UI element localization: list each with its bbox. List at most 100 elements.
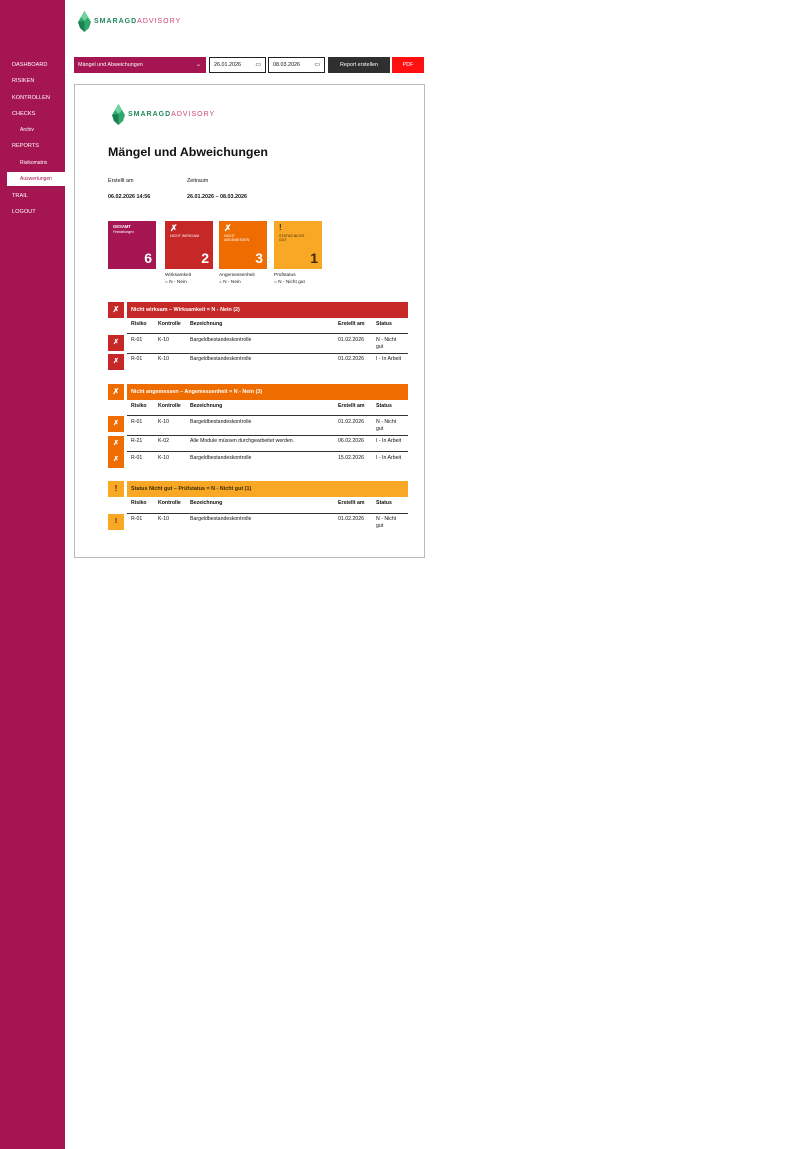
table-cell-created: 01.02.2026: [338, 419, 364, 425]
table-cell-control: K-10: [158, 337, 169, 343]
table-cell-created: 01.02.2026: [338, 356, 364, 362]
table-cell-risk: R-21: [131, 438, 143, 444]
kpi-inadequate: ✗ NICHT ANGEMESSEN 3: [219, 221, 267, 269]
table-cell-status: I - In Arbeit: [376, 438, 402, 444]
table-cell-risk: R-01: [131, 356, 143, 362]
table-cell-control: K-10: [158, 419, 169, 425]
table-cell-status: N - Nicht gut: [376, 337, 397, 350]
cross-icon: ✗: [108, 416, 124, 432]
table-cell-created: 06.02.2026: [338, 438, 364, 444]
pdf-button[interactable]: PDF: [392, 57, 424, 73]
section-ineffective-title: Nicht wirksam – Wirksamkeit = N - Nein (…: [127, 302, 408, 318]
emerald-logo-icon: [112, 104, 125, 125]
kpi-total-value: 6: [144, 250, 152, 266]
sidebar-item-risikomatrix[interactable]: Risikomatrix: [0, 156, 65, 170]
kpi-ineffective-value: 2: [201, 250, 209, 266]
cross-icon: ✗: [108, 384, 124, 400]
emerald-logo-icon: [78, 11, 91, 32]
table-cell-created: 01.02.2026: [338, 516, 364, 522]
report-logo: SMARAGDADVISORY: [111, 104, 215, 125]
report-preview: SMARAGDADVISORY Mängel und Abweichungen …: [74, 84, 425, 558]
table-divider: [127, 435, 408, 436]
kpi-inadequate-value: 3: [255, 250, 263, 266]
cross-icon: ✗: [108, 436, 124, 452]
table-divider: [127, 333, 408, 334]
sidebar-item-kontrollen[interactable]: KONTROLLEN: [0, 91, 65, 105]
brand-name-secondary: ADVISORY: [137, 18, 182, 25]
table-cell-control: K-10: [158, 356, 169, 362]
calendar-icon: ▭: [255, 62, 261, 68]
table-cell-name: Bargeldbestandeskontrolle: [190, 419, 252, 425]
cross-icon: ✗: [108, 452, 124, 468]
report-type-value: Mängel und Abweichungen: [78, 62, 143, 68]
warning-icon: !: [108, 481, 124, 497]
table-cell-risk: R-01: [131, 516, 143, 522]
table-cell-name: Bargeldbestandeskontrolle: [190, 356, 252, 362]
cross-icon: ✗: [170, 223, 178, 233]
kpi-ineffective: ✗ NICHT WIRKSAM 2: [165, 221, 213, 269]
brand-name-primary: SMARAGD: [128, 111, 172, 118]
date-to-value: 08.03.2026: [273, 62, 300, 68]
kpi-total: GESAMT Feststellungen 6: [108, 221, 156, 269]
kpi-total-title: GESAMT: [113, 224, 131, 229]
sidebar-item-auswertungen[interactable]: Auswertungen: [7, 172, 65, 186]
cross-icon: ✗: [108, 335, 124, 351]
sidebar-item-risiken[interactable]: RISIKEN: [0, 74, 65, 88]
table-cell-name: Bargeldbestandeskontrolle: [190, 337, 252, 343]
column-header-name: Bezeichnung: [190, 500, 223, 506]
column-header-control: Kontrolle: [158, 321, 181, 327]
create-report-button[interactable]: Report erstellen: [328, 57, 390, 73]
column-header-created: Erstellt am: [338, 321, 365, 327]
chevron-down-icon: ⌄: [195, 62, 201, 68]
cross-icon: ✗: [108, 302, 124, 318]
table-cell-status: N - Nicht gut: [376, 516, 397, 529]
column-header-status: Status: [376, 321, 392, 327]
column-header-risk: Risiko: [131, 403, 147, 409]
table-cell-status: N - Nicht gut: [376, 419, 397, 432]
sidebar-item-logout[interactable]: LOGOUT: [0, 205, 65, 219]
sidebar-item-trail[interactable]: TRAIL: [0, 189, 65, 203]
table-cell-status: I - In Arbeit: [376, 455, 402, 461]
kpi-inadequate-caption: Angemessenheit = N - Nein: [219, 273, 255, 285]
kpi-status-value: 1: [310, 250, 318, 266]
created-value: 06.02.2026 14:56: [108, 194, 151, 200]
section-status-title: Status Nicht gut – Prüfstatus = N - Nich…: [127, 481, 408, 497]
sidebar-item-reports[interactable]: REPORTS: [0, 139, 65, 153]
sidebar-item-archiv[interactable]: Archiv: [0, 123, 65, 137]
kpi-status-label: STATUS NICHT GUT: [279, 234, 305, 243]
kpi-ineffective-label: NICHT WIRKSAM: [170, 234, 200, 238]
table-cell-created: 15.02.2026: [338, 455, 364, 461]
table-cell-control: K-02: [158, 438, 169, 444]
calendar-icon: ▭: [314, 62, 320, 68]
header-logo[interactable]: SMARAGDADVISORY: [77, 11, 181, 32]
date-to-input[interactable]: 08.03.2026 ▭: [268, 57, 325, 73]
table-cell-risk: R-01: [131, 455, 143, 461]
table-divider: [127, 513, 408, 514]
period-value: 26.01.2026 – 08.03.2026: [187, 194, 247, 200]
column-header-status: Status: [376, 403, 392, 409]
sidebar-item-dashboard[interactable]: DASHBOARD: [0, 58, 65, 72]
column-header-created: Erstellt am: [338, 500, 365, 506]
kpi-status-caption: Prüfstatus = N - Nicht gut: [274, 273, 305, 285]
date-from-input[interactable]: 26.01.2026 ▭: [209, 57, 266, 73]
table-divider: [127, 353, 408, 354]
brand-name-primary: SMARAGD: [94, 18, 138, 25]
table-cell-control: K-10: [158, 516, 169, 522]
column-header-name: Bezeichnung: [190, 403, 223, 409]
kpi-status: ! STATUS NICHT GUT 1: [274, 221, 322, 269]
column-header-created: Erstellt am: [338, 403, 365, 409]
kpi-ineffective-caption: Wirksamkeit = N - Nein: [165, 273, 192, 285]
column-header-name: Bezeichnung: [190, 321, 223, 327]
table-cell-risk: R-01: [131, 337, 143, 343]
sidebar-item-checks[interactable]: CHECKS: [0, 107, 65, 121]
table-cell-name: Bargeldbestandeskontrolle: [190, 455, 252, 461]
sidebar: DASHBOARD RISIKEN KONTROLLEN CHECKS Arch…: [0, 0, 65, 1149]
report-type-select[interactable]: Mängel und Abweichungen ⌄: [74, 57, 206, 73]
cross-icon: ✗: [224, 223, 232, 233]
created-label: Erstellt am: [108, 178, 134, 184]
table-cell-name: Bargeldbestandeskontrolle: [190, 516, 252, 522]
cross-icon: ✗: [108, 354, 124, 370]
column-header-risk: Risiko: [131, 500, 147, 506]
table-cell-control: K-10: [158, 455, 169, 461]
column-header-control: Kontrolle: [158, 403, 181, 409]
